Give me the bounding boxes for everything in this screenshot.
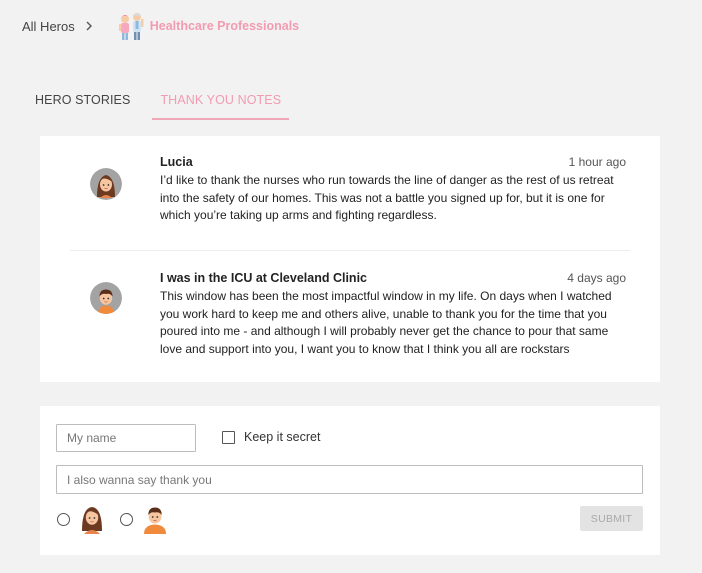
breadcrumb: All Heros Healthcare Professionals bbox=[22, 10, 299, 42]
girl-avatar-icon bbox=[90, 168, 122, 200]
boy-avatar-icon bbox=[90, 282, 122, 314]
healthcare-professionals-icon bbox=[115, 10, 147, 42]
note-timestamp: 4 days ago bbox=[567, 271, 626, 285]
tab-hero-stories[interactable]: HERO STORIES bbox=[35, 88, 130, 120]
avatar-radio-girl[interactable] bbox=[57, 512, 70, 526]
note-author: I was in the ICU at Cleveland Clinic bbox=[160, 271, 367, 285]
checkbox[interactable] bbox=[222, 430, 235, 444]
tab-thank-you-notes[interactable]: THANK YOU NOTES bbox=[152, 88, 290, 120]
note-text: I’d like to thank the nurses who run tow… bbox=[160, 173, 614, 222]
breadcrumb-all-heros-link[interactable]: All Heros bbox=[22, 19, 75, 34]
girl-avatar-icon bbox=[79, 504, 105, 534]
tab-bar: HERO STORIES THANK YOU NOTES bbox=[35, 88, 290, 120]
note-text: This window has been the most impactful … bbox=[160, 289, 612, 356]
breadcrumb-current: Healthcare Professionals bbox=[149, 19, 300, 33]
thank-you-form: Keep it secret bbox=[40, 406, 660, 555]
note-timestamp: 1 hour ago bbox=[568, 155, 626, 169]
thank-you-notes-list: Lucia 1 hour ago I’d like to thank the n… bbox=[40, 136, 660, 382]
submit-button[interactable]: SUBMIT bbox=[580, 506, 643, 531]
message-input[interactable] bbox=[56, 465, 643, 494]
avatar-radio-boy[interactable] bbox=[120, 512, 133, 526]
chevron-right-icon bbox=[85, 21, 93, 31]
name-input[interactable] bbox=[56, 424, 196, 452]
divider bbox=[70, 250, 630, 251]
boy-avatar-icon bbox=[142, 504, 168, 534]
keep-secret-label: Keep it secret bbox=[244, 430, 321, 444]
avatar-option-boy[interactable] bbox=[120, 504, 168, 534]
avatar-option-girl[interactable] bbox=[57, 504, 105, 534]
note-author: Lucia bbox=[160, 155, 193, 169]
keep-secret-checkbox[interactable]: Keep it secret bbox=[222, 430, 320, 444]
